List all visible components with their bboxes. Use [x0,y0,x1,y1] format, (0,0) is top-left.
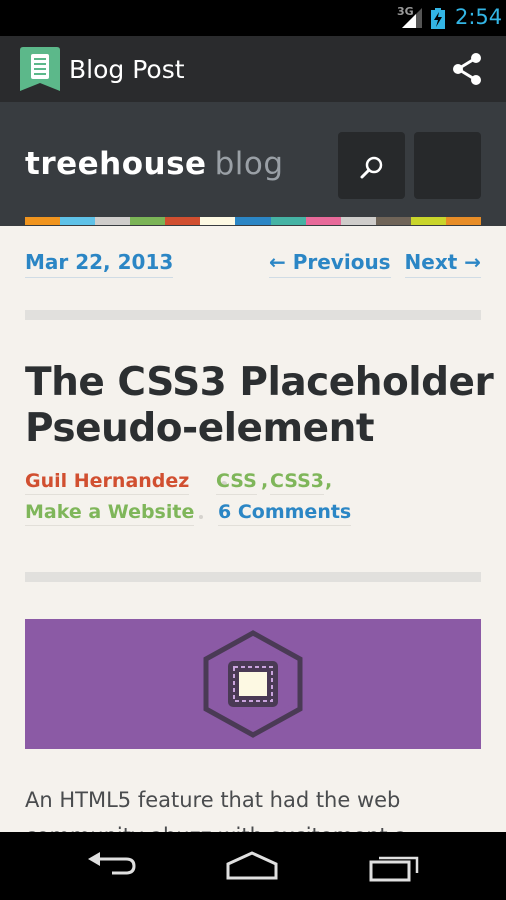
screen: 3G 2:54 Blog Post treehouse blog Mar 22,… [0,0,506,900]
comments-link[interactable]: 6 Comments [218,501,352,526]
color-stripe [25,217,482,225]
status-bar: 3G 2:54 [0,0,506,36]
next-post-link[interactable]: Next → [404,250,481,278]
treehouse-app-icon[interactable] [20,47,60,91]
color-stripe-segment [130,217,166,225]
search-icon [360,156,383,179]
divider [25,572,481,582]
color-stripe-segment [445,217,482,225]
tag-link-css3[interactable]: CSS3 [270,470,325,495]
tag-separator: , [325,470,333,492]
post-nav: Mar 22, 2013 ← Previous Next → [25,250,481,282]
color-stripe-segment [165,217,201,225]
menu-button[interactable] [414,132,481,199]
color-stripe-segment [235,217,271,225]
home-icon[interactable] [222,849,282,883]
navigation-bar [0,832,506,900]
battery-charging-icon [431,8,445,29]
color-stripe-segment [270,217,306,225]
color-stripe-segment [95,217,131,225]
treehouse-blog-logo[interactable]: treehouse blog [25,146,284,182]
tag-separator: , [261,470,269,492]
css3-hexagon-icon [203,630,303,738]
action-bar-title: Blog Post [69,55,185,84]
search-button[interactable] [338,132,405,199]
color-stripe-segment [305,217,341,225]
divider [25,310,481,320]
color-stripe-segment [200,217,236,225]
separator-dot [199,515,203,519]
post-title: The CSS3 Placeholder Pseudo-element [25,360,494,451]
author-link[interactable]: Guil Hernandez [25,470,190,495]
color-stripe-segment [60,217,96,225]
logo-sub: blog [214,146,284,182]
color-stripe-segment [340,217,376,225]
share-icon[interactable] [450,52,484,86]
tag-link-css[interactable]: CSS [216,470,257,495]
action-bar: Blog Post [0,36,506,102]
recent-apps-icon[interactable] [365,849,425,883]
color-stripe-segment [410,217,446,225]
previous-post-link[interactable]: ← Previous [269,250,391,278]
color-stripe-segment [25,217,61,225]
blog-header: treehouse blog [0,102,506,226]
post-date-link[interactable]: Mar 22, 2013 [25,250,174,278]
color-stripe-segment [375,217,411,225]
hero-image [25,619,481,749]
clock: 2:54 [455,5,503,29]
back-icon[interactable] [82,849,142,883]
logo-brand: treehouse [25,146,207,182]
signal-icon [402,8,422,28]
tag-link-make-a-website[interactable]: Make a Website [25,501,195,526]
